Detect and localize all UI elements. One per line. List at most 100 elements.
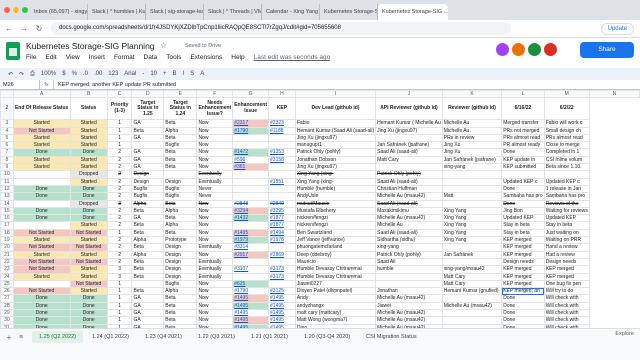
table-cell[interactable]: Done bbox=[501, 199, 545, 208]
table-cell[interactable]: Fabio bbox=[294, 119, 377, 128]
table-cell[interactable]: Hand a review bbox=[543, 243, 590, 252]
table-cell[interactable]: Beta bbox=[163, 301, 198, 311]
table-cell[interactable]: 2 bbox=[106, 170, 133, 179]
table-cell[interactable]: Bugfix bbox=[131, 192, 165, 201]
table-cell[interactable]: Xing Yang bbox=[441, 228, 503, 238]
update-button[interactable]: Update bbox=[600, 23, 634, 35]
table-cell[interactable]: Jiawei bbox=[375, 301, 443, 311]
table-cell[interactable]: One bug fix pen bbox=[543, 279, 590, 289]
table-cell[interactable] bbox=[12, 177, 71, 186]
table-cell[interactable] bbox=[441, 170, 503, 179]
table-cell[interactable] bbox=[375, 272, 443, 281]
table-cell[interactable]: Now bbox=[196, 316, 234, 325]
table-cell[interactable]: Hemant Kumar ( Michelle Au bbox=[375, 119, 443, 128]
table-cell[interactable]: #1495 bbox=[268, 316, 296, 325]
table-cell[interactable]: Jan Šafránek (jsafrane) bbox=[375, 141, 443, 150]
table-cell[interactable]: #1495 bbox=[232, 301, 270, 311]
column-header[interactable]: B bbox=[69, 90, 108, 99]
table-cell[interactable]: Now bbox=[196, 301, 234, 311]
table-cell[interactable]: Stay in beta bbox=[543, 221, 590, 230]
table-cell[interactable]: Beta bbox=[163, 199, 198, 208]
table-cell[interactable]: Beta bbox=[163, 155, 198, 165]
table-cell[interactable]: #3295 bbox=[268, 206, 296, 216]
table-cell[interactable]: Not Started bbox=[69, 228, 108, 238]
table-cell[interactable]: Beta since 1.10. bbox=[543, 163, 590, 172]
table-cell[interactable]: KEP merged bbox=[501, 265, 545, 274]
table-cell[interactable]: Done bbox=[12, 301, 71, 311]
table-cell[interactable]: nickren/fengzi bbox=[294, 221, 377, 230]
menu-insert[interactable]: Insert bbox=[89, 54, 105, 61]
table-cell[interactable]: Updated KEP c bbox=[543, 177, 590, 186]
avatar[interactable] bbox=[544, 43, 557, 56]
table-cell[interactable]: Started bbox=[69, 221, 108, 230]
column-header[interactable]: C bbox=[106, 90, 133, 99]
table-cell[interactable]: Xing Yang bbox=[441, 221, 503, 230]
table-cell[interactable]: nickren/fengzi bbox=[294, 214, 377, 223]
menu-edit[interactable]: Edit bbox=[45, 54, 56, 61]
table-cell[interactable]: Jonathan bbox=[375, 287, 443, 296]
table-cell[interactable]: #625 bbox=[232, 279, 270, 289]
column-header[interactable]: D bbox=[131, 90, 165, 99]
table-cell[interactable]: Prototype bbox=[163, 236, 198, 245]
table-cell[interactable]: Small design ch bbox=[543, 126, 590, 135]
table-cell[interactable]: Started bbox=[12, 141, 71, 150]
table-cell[interactable]: #3173 bbox=[268, 272, 296, 281]
table-cell[interactable]: xing-yang/msau42 bbox=[441, 265, 503, 274]
table-cell[interactable]: #2848 bbox=[232, 199, 270, 208]
table-cell[interactable]: KEP merged; an bbox=[501, 287, 545, 296]
column-header[interactable]: L bbox=[501, 90, 545, 99]
table-cell[interactable]: GA bbox=[131, 308, 165, 318]
table-cell[interactable]: Eventually bbox=[196, 272, 234, 281]
table-cell[interactable]: Hemant Kumar (Saad Ali (saad-ali) bbox=[294, 126, 377, 135]
column-header[interactable]: E bbox=[163, 90, 198, 99]
table-cell[interactable]: 2 bbox=[106, 243, 133, 252]
table-cell[interactable]: Jonathan Dobson bbox=[294, 155, 377, 165]
table-cell[interactable]: #1551 bbox=[268, 177, 296, 186]
table-cell[interactable]: Alpha bbox=[163, 221, 198, 230]
table-cell[interactable]: Xing Yang (xing- bbox=[294, 177, 377, 186]
table-cell[interactable]: #1495 bbox=[268, 294, 296, 303]
table-cell[interactable]: Done bbox=[69, 301, 108, 311]
table-cell[interactable]: Now bbox=[196, 119, 234, 128]
table-cell[interactable]: Now bbox=[196, 155, 234, 165]
table-cell[interactable]: Jing Xu bbox=[441, 141, 503, 150]
toolbar-item[interactable]: S bbox=[190, 71, 194, 77]
table-cell[interactable]: 2 bbox=[106, 221, 133, 230]
table-cell[interactable]: Now bbox=[196, 287, 234, 296]
table-cell[interactable]: Design bbox=[131, 177, 165, 186]
window-controls[interactable] bbox=[4, 7, 28, 13]
table-cell[interactable]: 1 bbox=[106, 279, 133, 289]
table-cell[interactable]: AndyUsle bbox=[294, 192, 377, 201]
table-cell[interactable]: #3125 bbox=[268, 287, 296, 296]
browser-tab[interactable]: Calendar - Xing Yang - O... bbox=[262, 4, 320, 20]
table-cell[interactable]: Never bbox=[196, 184, 234, 194]
table-cell[interactable]: Started bbox=[69, 287, 108, 296]
table-cell[interactable]: Done bbox=[501, 294, 545, 303]
table-cell[interactable]: Started bbox=[69, 119, 108, 128]
back-icon[interactable]: ← bbox=[3, 24, 15, 33]
table-cell[interactable]: PRs not merged bbox=[501, 126, 545, 135]
table-cell[interactable] bbox=[268, 279, 296, 289]
toolbar-item[interactable]: ↷ bbox=[19, 71, 24, 78]
table-cell[interactable]: Design bbox=[163, 177, 198, 186]
table-cell[interactable]: #2317 bbox=[232, 119, 270, 128]
reload-icon[interactable]: ↻ bbox=[33, 24, 45, 33]
table-cell[interactable]: Eventually bbox=[196, 265, 234, 274]
browser-tab[interactable]: Slack | * Threads | VMwar... bbox=[204, 4, 262, 20]
table-cell[interactable] bbox=[268, 133, 296, 143]
table-cell[interactable] bbox=[441, 316, 503, 325]
table-cell[interactable] bbox=[268, 192, 296, 201]
table-cell[interactable]: Never bbox=[196, 192, 234, 201]
toolbar-item[interactable]: + bbox=[163, 71, 167, 77]
table-cell[interactable]: Now bbox=[196, 308, 234, 318]
document-title[interactable]: Kubernetes Storage-SIG Planning bbox=[26, 41, 155, 51]
table-cell[interactable]: Waiting for reviews bbox=[543, 206, 590, 216]
table-cell[interactable]: Completed in 1 bbox=[543, 148, 590, 157]
table-cell[interactable]: #3158 bbox=[268, 155, 296, 165]
table-cell[interactable]: Started bbox=[69, 265, 108, 274]
star-icon[interactable]: ☆ bbox=[160, 41, 167, 50]
table-cell[interactable]: Will check with bbox=[543, 308, 590, 318]
table-cell[interactable]: #1432 bbox=[232, 214, 270, 223]
table-cell[interactable]: Done bbox=[12, 206, 71, 216]
table-cell[interactable]: Design bbox=[163, 272, 198, 281]
